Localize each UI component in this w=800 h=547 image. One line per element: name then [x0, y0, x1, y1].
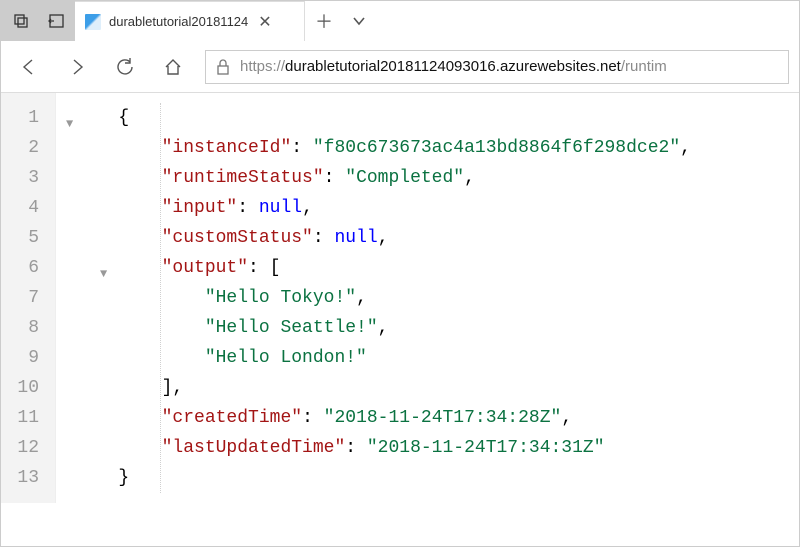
window-controls — [1, 1, 75, 41]
code-line: "Hello Seattle!", — [60, 313, 691, 343]
tab-preview-icon[interactable] — [7, 7, 35, 35]
line-gutter: 1 2 3 4 5 6 7 8 9 10 11 12 13 — [1, 93, 56, 503]
refresh-button[interactable] — [109, 51, 141, 83]
code-line: "instanceId": "f80c673673ac4a13bd8864f6f… — [60, 133, 691, 163]
new-tab-button[interactable]: ＋ — [315, 8, 333, 34]
back-button[interactable] — [13, 51, 45, 83]
close-icon[interactable]: ✕ — [256, 10, 273, 34]
code-line: "runtimeStatus": "Completed", — [60, 163, 691, 193]
tab-favicon — [85, 14, 101, 30]
code-line: ▼ { — [60, 103, 691, 133]
address-bar[interactable]: https://durabletutorial20181124093016.az… — [205, 50, 789, 84]
code-area[interactable]: ▼ { "instanceId": "f80c673673ac4a13bd886… — [56, 93, 691, 503]
tab-menu-chevron-icon[interactable] — [351, 13, 367, 29]
code-line: "Hello London!" — [60, 343, 691, 373]
toolbar: https://durabletutorial20181124093016.az… — [1, 41, 799, 93]
code-line: "customStatus": null, — [60, 223, 691, 253]
json-viewer: 1 2 3 4 5 6 7 8 9 10 11 12 13 ▼ { "insta… — [1, 93, 799, 503]
code-line: ], — [60, 373, 691, 403]
url-text: https://durabletutorial20181124093016.az… — [240, 58, 667, 75]
url-path: /runtim — [621, 58, 667, 75]
lock-icon — [216, 59, 230, 75]
code-line: ▼ "output": [ — [60, 253, 691, 283]
titlebar: durabletutorial20181124 ✕ ＋ — [1, 1, 799, 41]
code-line: "input": null, — [60, 193, 691, 223]
code-line: "Hello Tokyo!", — [60, 283, 691, 313]
set-aside-tabs-icon[interactable] — [41, 7, 69, 35]
code-line: "createdTime": "2018-11-24T17:34:28Z", — [60, 403, 691, 433]
forward-button[interactable] — [61, 51, 93, 83]
tab-title: durabletutorial20181124 — [109, 14, 248, 29]
url-protocol: https:// — [240, 58, 285, 75]
code-line: } — [60, 463, 691, 493]
browser-tab[interactable]: durabletutorial20181124 ✕ — [75, 1, 305, 41]
url-host: durabletutorial20181124093016.azurewebsi… — [285, 58, 621, 75]
code-line: "lastUpdatedTime": "2018-11-24T17:34:31Z… — [60, 433, 691, 463]
home-button[interactable] — [157, 51, 189, 83]
tab-strip-actions: ＋ — [305, 1, 799, 41]
